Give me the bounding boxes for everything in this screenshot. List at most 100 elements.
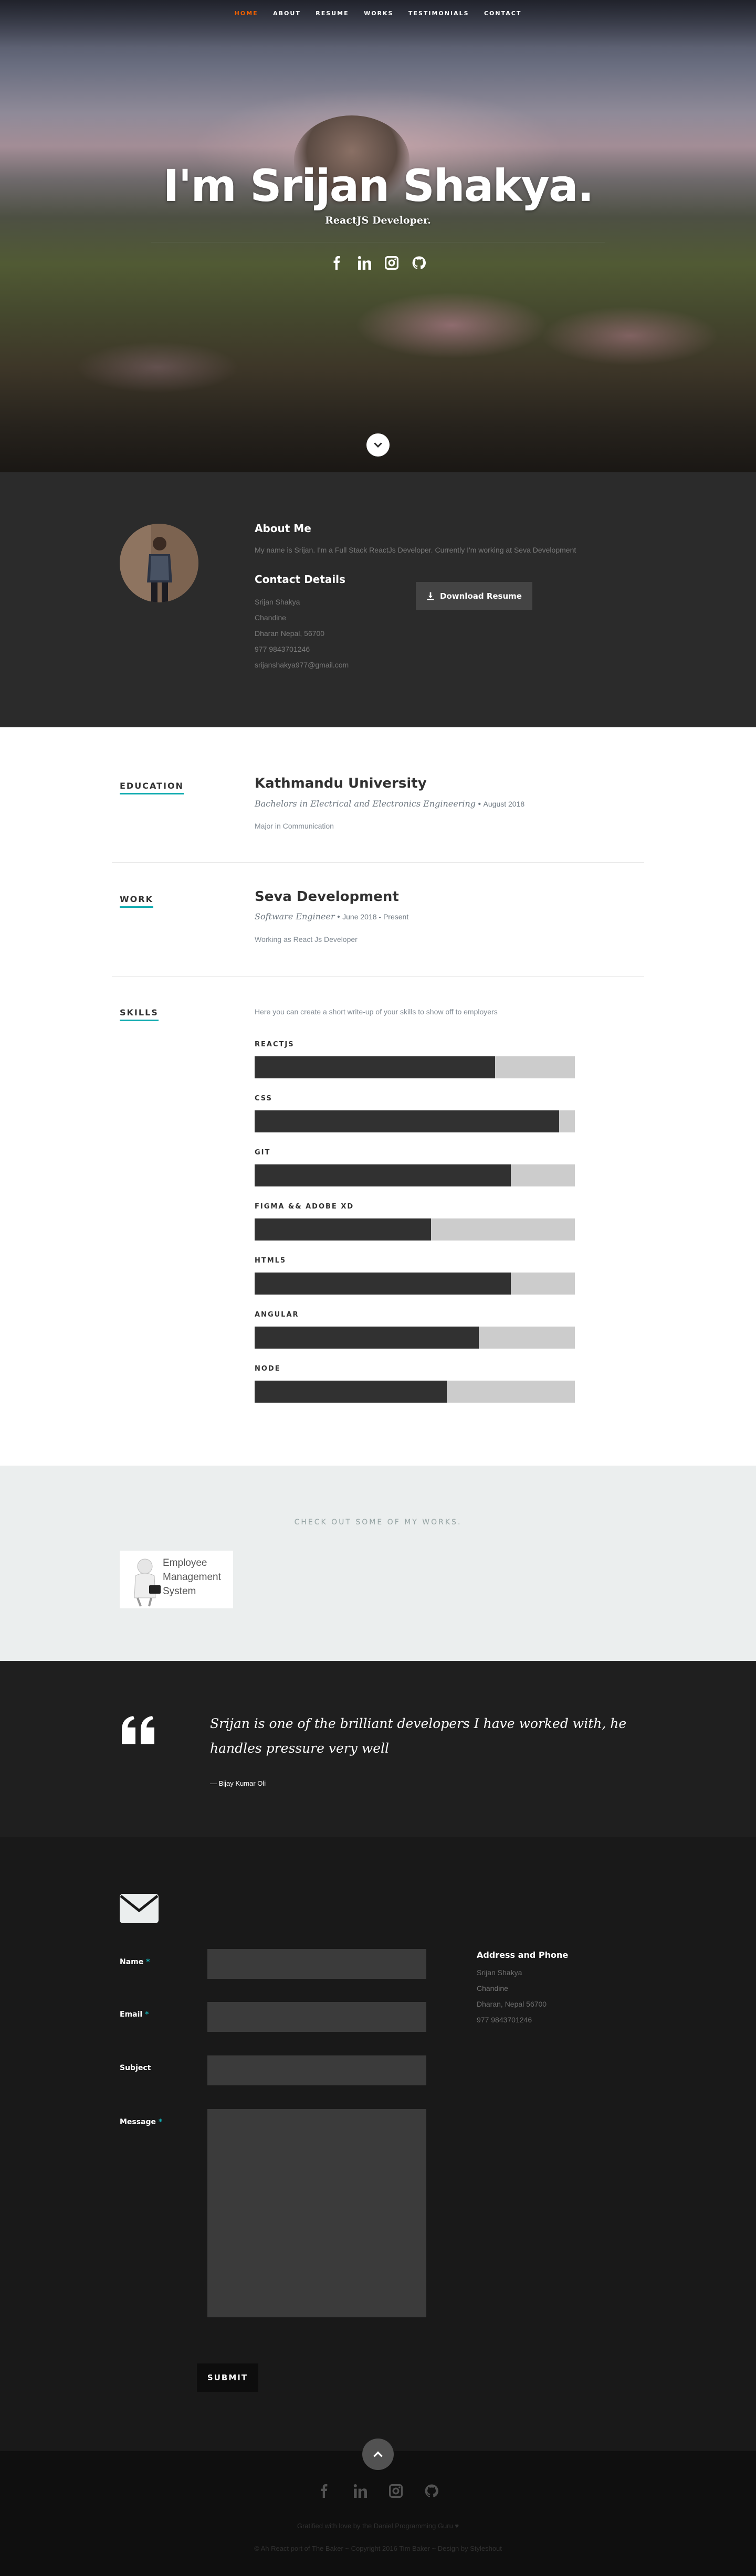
skill-bar [255,1218,575,1241]
nav-about[interactable]: About [273,10,301,17]
address-title: Address and Phone [477,1950,569,1960]
contact-street: Chandine [255,613,286,622]
download-icon [427,592,434,600]
education-date: August 2018 [483,800,525,808]
contact-city: Dharan Nepal, 56700 [255,629,325,638]
skill-label: CSS [255,1095,272,1103]
envelope-icon [120,1894,159,1923]
work-title: Work [120,894,153,908]
subject-input[interactable] [207,2055,426,2085]
skill-bar [255,1110,575,1132]
skill-bar [255,1381,575,1403]
education-info: Bachelors in Electrical and Electronics … [255,799,525,809]
work-description: Working as React Js Developer [255,935,358,944]
nav-contact[interactable]: Contact [484,10,521,17]
linkedin-icon[interactable] [358,256,371,270]
facebook-icon[interactable] [330,256,344,270]
instagram-icon[interactable] [385,256,398,270]
footer-social-links [0,2484,756,2498]
skills-intro: Here you can create a short write-up of … [255,1008,498,1016]
nav-testimonials[interactable]: Testimonials [408,10,469,17]
skill-bar [255,1056,575,1078]
section-divider [112,976,644,977]
education-school: Kathmandu University [255,776,427,791]
about-section: About Me My name is Srijan. I'm a Full S… [0,472,756,727]
download-resume-label: Download Resume [440,591,522,601]
chevron-down-icon [374,442,382,448]
quote-icon [122,1716,154,1744]
chevron-up-icon [373,2451,383,2457]
banner-subtitle: ReactJS Developer. [325,215,431,226]
github-icon[interactable] [425,2484,438,2498]
contact-email[interactable]: srijanshakya977@gmail.com [255,657,349,673]
about-bio: My name is Srijan. I'm a Full Stack Reac… [255,546,576,554]
section-divider [112,862,644,863]
address-phone: 977 9843701246 [477,2016,532,2024]
contact-section: Name * Email * Subject Message * Submit … [0,1837,756,2451]
subject-label-text: Subject [120,2064,151,2072]
contact-name: Srijan Shakya [255,598,300,606]
github-icon[interactable] [412,256,426,270]
skill-bar-fill [255,1273,511,1295]
go-top-button[interactable] [362,2439,394,2470]
portfolio-title-line: Employee [163,1557,207,1568]
portfolio-title-line: System [163,1586,196,1597]
skill-label: ANGULAR [255,1311,299,1319]
footer: Gratified with love by the Daniel Progra… [0,2439,756,2576]
contact-details: Srijan Shakya Chandine Dharan Nepal, 567… [255,594,349,673]
skill-label: FIGMA && ADOBE XD [255,1203,354,1211]
resume-section: Education Kathmandu University Bachelors… [0,727,756,1466]
message-textarea[interactable] [207,2109,426,2317]
education-degree: Bachelors in Electrical and Electronics … [255,799,476,809]
skill-bar [255,1164,575,1186]
submit-label: Submit [207,2373,248,2382]
message-label-text: Message [120,2118,156,2126]
footer-copyright: © Ah React port of The Baker ~ Copyright… [254,2545,502,2552]
work-years: June 2018 - Present [342,913,409,921]
submit-button[interactable]: Submit [197,2363,258,2392]
address-street: Chandine [477,1984,508,1992]
profile-avatar [120,524,198,602]
skill-bar-fill [255,1218,431,1241]
download-resume-button[interactable]: Download Resume [416,582,532,610]
facebook-icon[interactable] [318,2484,331,2498]
instagram-icon[interactable] [389,2484,403,2498]
skill-bar-fill [255,1056,495,1078]
skill-bar-fill [255,1110,559,1132]
linkedin-icon[interactable] [353,2484,367,2498]
scroll-down-button[interactable] [366,433,390,457]
skill-bar-fill [255,1381,447,1403]
subject-label: Subject [120,2064,151,2072]
skill-label: NODE [255,1365,281,1373]
message-label: Message * [120,2118,163,2126]
education-title: Education [120,781,184,794]
works-heading: Check Out Some of My Works. [294,1518,462,1526]
name-input[interactable] [207,1949,426,1979]
portfolio-title-line: Management [163,1572,221,1583]
portfolio-item[interactable]: Employee Management System [120,1551,233,1608]
email-label: Email * [120,2010,149,2019]
hero-section: Home About Resume Works Testimonials Con… [0,0,756,472]
skill-bar [255,1327,575,1349]
nav-works[interactable]: Works [364,10,393,17]
works-section: Check Out Some of My Works. Employee Man… [0,1466,756,1661]
education-description: Major in Communication [255,822,334,830]
testimonials-section: Srijan is one of the brilliant developer… [0,1661,756,1837]
testimonial-quote: Srijan is one of the brilliant developer… [210,1716,627,1756]
skill-bar-fill [255,1327,479,1349]
skills-title: Skills [120,1008,159,1021]
email-label-text: Email [120,2010,143,2019]
skill-bar [255,1273,575,1295]
main-nav: Home About Resume Works Testimonials Con… [0,8,756,18]
banner-headline: I'm Srijan Shakya. [163,160,594,211]
nav-home[interactable]: Home [235,10,258,17]
footer-credit: Gratified with love by the Daniel Progra… [297,2522,459,2530]
work-info: Software Engineer • June 2018 - Present [255,911,409,921]
banner-social-links [0,256,756,270]
nav-resume[interactable]: Resume [316,10,349,17]
work-company: Seva Development [255,889,399,905]
name-label-text: Name [120,1958,144,1966]
testimonial-author: — Bijay Kumar Oli [210,1779,266,1787]
skill-bar-fill [255,1164,511,1186]
email-input[interactable] [207,2002,426,2032]
